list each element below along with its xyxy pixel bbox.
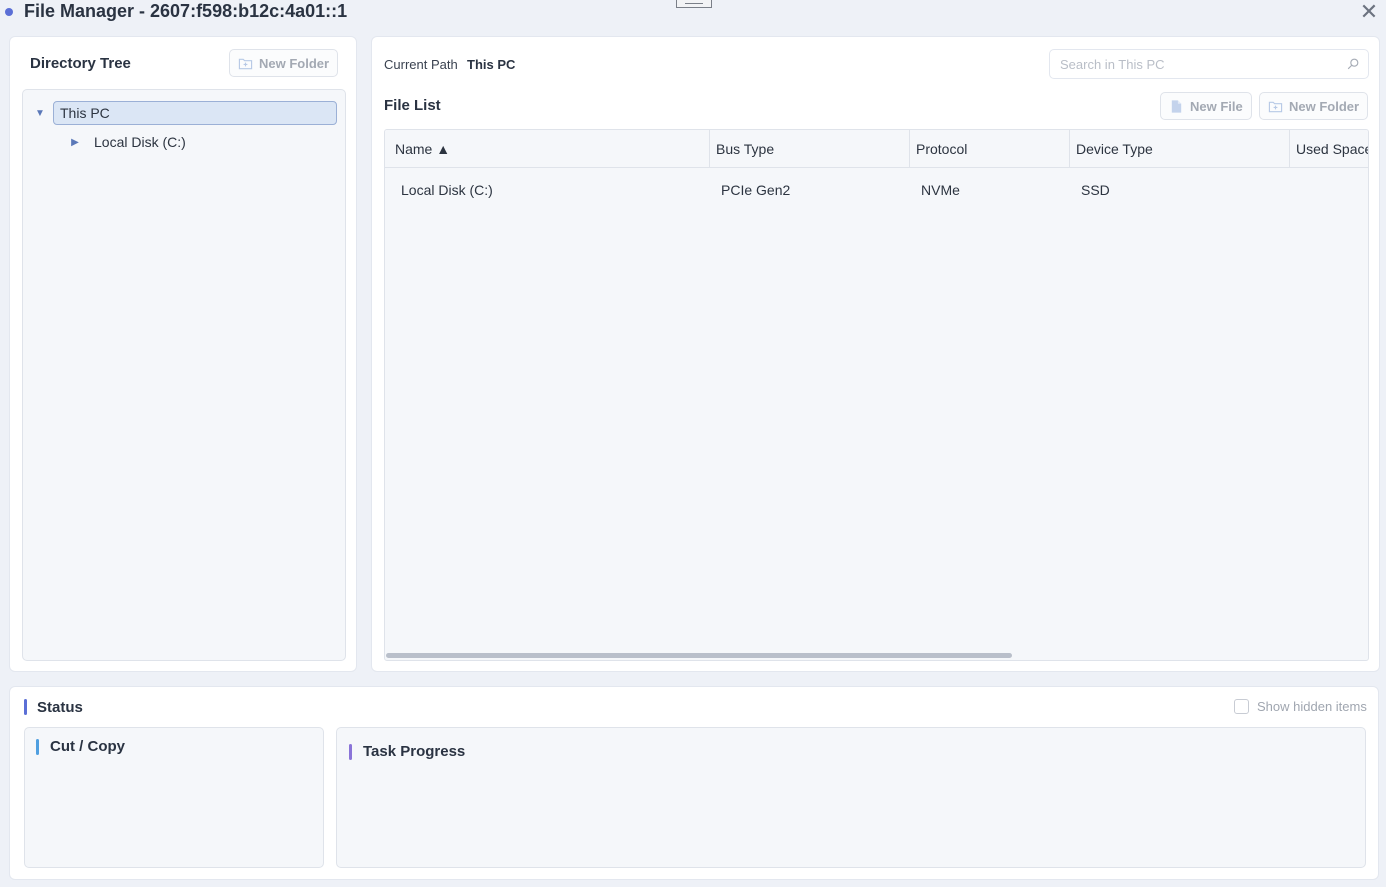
file-table: Name ▲ Bus Type Protocol Device Type Use…: [384, 129, 1369, 661]
status-panel: Status Show hidden items Cut / Copy Task…: [9, 686, 1379, 880]
new-folder-label: New Folder: [1289, 98, 1360, 114]
close-button[interactable]: ✕: [1358, 1, 1380, 24]
tree-new-folder-button[interactable]: New Folder: [229, 49, 339, 77]
column-header-bus-type[interactable]: Bus Type: [709, 130, 909, 168]
column-header-used-space[interactable]: Used Space: [1289, 130, 1368, 168]
status-dot-icon: [5, 8, 13, 16]
table-row[interactable]: Local Disk (C:) PCIe Gen2 NVMe SSD: [385, 168, 1368, 212]
cut-copy-box: Cut / Copy: [24, 727, 324, 868]
search-input[interactable]: [1050, 50, 1330, 78]
cut-copy-title: Cut / Copy: [50, 738, 125, 755]
new-file-button[interactable]: New File: [1160, 92, 1252, 120]
tree-node-label: Local Disk (C:): [94, 134, 186, 150]
directory-tree: ▼ This PC ▶ Local Disk (C:): [22, 89, 346, 661]
window-title: File Manager - 2607:f598:b12c:4a01::1: [24, 1, 348, 21]
column-header-protocol[interactable]: Protocol: [909, 130, 1069, 168]
tree-node-label: This PC: [60, 105, 110, 121]
current-path-label: Current Path: [384, 57, 458, 72]
directory-tree-panel: Directory Tree New Folder ▼ This PC ▶ Lo…: [9, 36, 357, 672]
cell-device-type: SSD: [1081, 182, 1110, 198]
search-box[interactable]: [1049, 49, 1369, 79]
folder-plus-icon: [1268, 101, 1283, 112]
caret-right-icon[interactable]: ▶: [68, 137, 82, 148]
cell-bus-type: PCIe Gen2: [721, 182, 791, 198]
status-title: Status: [37, 699, 83, 716]
new-folder-button[interactable]: New Folder: [1259, 92, 1369, 120]
show-hidden-toggle[interactable]: Show hidden items: [1234, 699, 1367, 714]
show-hidden-checkbox[interactable]: [1234, 699, 1249, 714]
column-header-device-type[interactable]: Device Type: [1069, 130, 1289, 168]
task-progress-accent-bar: [349, 744, 352, 760]
table-header: Name ▲ Bus Type Protocol Device Type Use…: [385, 130, 1368, 168]
status-accent-bar: [24, 699, 27, 715]
title-bar: File Manager - 2607:f598:b12c:4a01::1 ✕: [0, 0, 1386, 30]
show-hidden-label: Show hidden items: [1257, 699, 1367, 714]
search-icon[interactable]: [1346, 57, 1360, 71]
file-icon: [1171, 99, 1182, 113]
task-progress-title: Task Progress: [363, 743, 466, 760]
folder-plus-icon: [238, 58, 253, 69]
file-list-title: File List: [384, 97, 441, 114]
horizontal-scrollbar[interactable]: [386, 653, 1012, 658]
task-progress-box: Task Progress: [336, 727, 1366, 868]
file-list-panel: Current Path This PC File List New File …: [371, 36, 1380, 672]
tree-new-folder-label: New Folder: [259, 55, 330, 71]
current-path-value[interactable]: This PC: [467, 57, 515, 72]
cell-name: Local Disk (C:): [401, 182, 493, 198]
drag-handle-icon[interactable]: [676, 0, 712, 8]
caret-down-icon[interactable]: ▼: [33, 108, 47, 119]
tree-node-local-disk[interactable]: ▶ Local Disk (C:): [68, 130, 186, 154]
tree-node-this-pc[interactable]: ▼ This PC: [33, 101, 337, 125]
column-header-name[interactable]: Name ▲: [389, 130, 709, 168]
cut-copy-accent-bar: [36, 739, 39, 755]
cell-protocol: NVMe: [921, 182, 960, 198]
new-file-label: New File: [1190, 98, 1243, 114]
directory-tree-title: Directory Tree: [30, 55, 131, 72]
